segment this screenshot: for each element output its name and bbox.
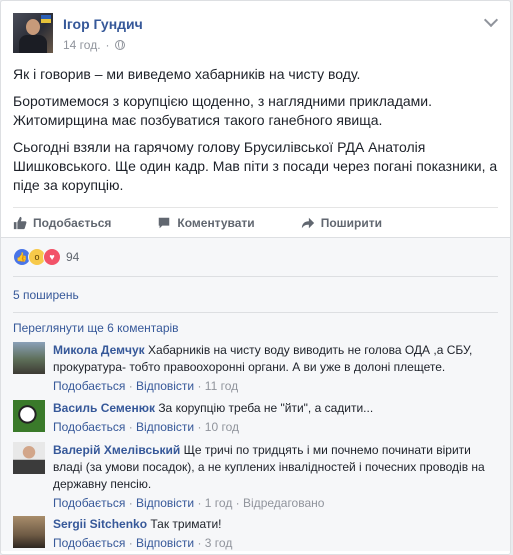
commenter-avatar[interactable]: [13, 516, 45, 548]
comment-text: За корупцію треба не "йти", а садити...: [158, 401, 374, 415]
comment-like-link[interactable]: Подобається: [53, 379, 125, 393]
comment-like-link[interactable]: Подобається: [53, 496, 125, 510]
commenter-name[interactable]: Микола Демчук: [53, 343, 145, 357]
comment-like-link[interactable]: Подобається: [53, 420, 125, 434]
share-button[interactable]: Поширити: [301, 216, 382, 230]
comment-time[interactable]: 11 год: [205, 379, 238, 393]
comment-icon: [159, 217, 170, 229]
post-meta: 14 год. ·: [63, 38, 125, 52]
comment-reply-link[interactable]: Відповісти: [136, 536, 194, 550]
view-more-comments-link[interactable]: Переглянути ще 6 коментарів: [13, 321, 179, 335]
post-time[interactable]: 14 год.: [63, 38, 101, 52]
thumbs-up-icon: [13, 216, 27, 230]
post-paragraph: Як і говорив – ми виведемо хабарників на…: [13, 66, 361, 82]
post-paragraph: Сьогодні взяли на гарячому голову Брусил…: [13, 139, 498, 193]
commenter-name[interactable]: Василь Семенюк: [53, 401, 155, 415]
action-bar: Подобається Коментувати Поширити: [13, 207, 498, 238]
author-name[interactable]: Ігор Гундич: [63, 16, 143, 32]
comment-reply-link[interactable]: Відповісти: [136, 496, 194, 510]
comment-time[interactable]: 10 год: [205, 420, 239, 434]
love-reaction-icon: ♥: [43, 248, 61, 266]
post-body: Як і говорив – ми виведемо хабарників на…: [13, 65, 498, 203]
reaction-count: 94: [66, 250, 80, 264]
feedback-section: 👍 o ♥ 94 5 поширень Переглянути ще 6 ком…: [1, 237, 510, 551]
commenter-avatar[interactable]: [13, 442, 45, 474]
divider: [13, 312, 498, 313]
globe-icon: [114, 40, 125, 50]
commenter-name[interactable]: Sergii Sitchenko: [53, 517, 147, 531]
flag-icon: [41, 15, 51, 23]
edited-label[interactable]: Відредаговано: [243, 496, 324, 510]
comment-time[interactable]: 3 год: [205, 536, 233, 550]
comment-time[interactable]: 1 год: [205, 496, 233, 510]
comment-text: Так тримати!: [150, 517, 222, 531]
author-avatar[interactable]: [13, 13, 53, 53]
comment-like-link[interactable]: Подобається: [53, 536, 125, 550]
comment-reply-link[interactable]: Відповісти: [136, 420, 194, 434]
post-header: Ігор Гундич 14 год. ·: [13, 12, 500, 57]
commenter-avatar[interactable]: [13, 342, 45, 374]
divider: [13, 276, 498, 277]
comment-reply-link[interactable]: Відповісти: [136, 379, 194, 393]
post-paragraph: Боротимемося з корупцією щоденно, з нагл…: [13, 93, 432, 128]
like-button[interactable]: Подобається: [13, 216, 111, 230]
commenter-name[interactable]: Валерій Хмелівський: [53, 443, 180, 457]
comment-button[interactable]: Коментувати: [157, 216, 255, 230]
post-card: Ігор Гундич 14 год. · Як і говорив – ми …: [0, 0, 511, 555]
share-icon: [301, 217, 314, 229]
reactions-summary[interactable]: 👍 o ♥ 94: [13, 248, 79, 266]
chevron-down-icon[interactable]: [483, 12, 499, 28]
commenter-avatar[interactable]: [13, 400, 45, 432]
shares-link[interactable]: 5 поширень: [13, 288, 79, 302]
